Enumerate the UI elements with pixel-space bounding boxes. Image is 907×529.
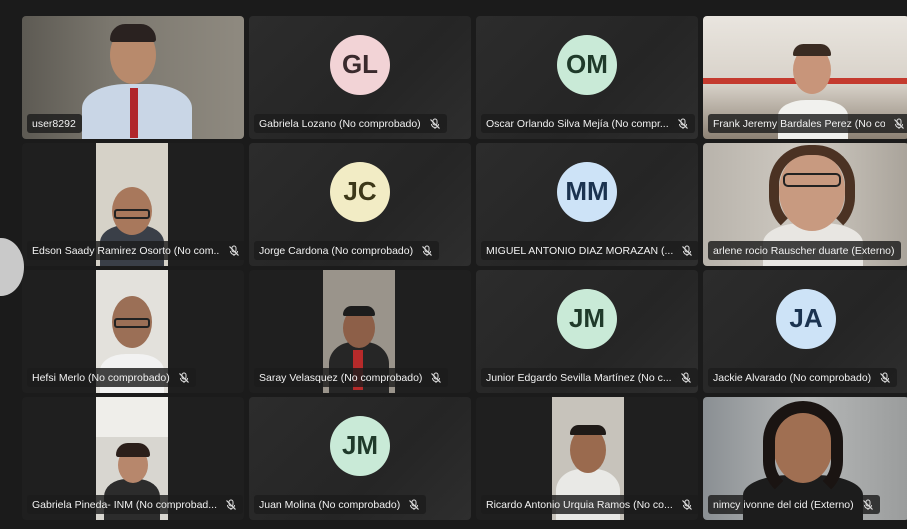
mic-muted-icon <box>431 372 442 383</box>
participant-name: Frank Jeremy Bardales Perez (No com... <box>713 117 885 130</box>
participant-name: Oscar Orlando Silva Mejía (No compr... <box>486 117 669 130</box>
participant-name: Jorge Cardona (No comprobado) <box>259 244 414 257</box>
avatar-initials: OM <box>566 49 608 80</box>
avatar-initials: JA <box>789 303 823 334</box>
mic-muted-icon <box>680 372 691 383</box>
participant-avatar: JC <box>330 161 390 222</box>
participant-tile[interactable]: MM MIGUEL ANTONIO DIAZ MORAZAN (... <box>476 143 698 266</box>
participant-tile[interactable]: user8292 <box>22 16 244 139</box>
participant-name: Edson Saady Ramirez Osorto (No com... <box>32 244 220 257</box>
participant-avatar: OM <box>557 34 617 95</box>
participant-name-pill: Gabriela Lozano (No comprobado) <box>254 114 447 133</box>
avatar-initials: JC <box>343 176 377 207</box>
avatar-initials: JM <box>341 430 379 461</box>
participant-tile[interactable]: OM Oscar Orlando Silva Mejía (No compr..… <box>476 16 698 139</box>
participant-tile[interactable]: JM Juan Molina (No comprobado) <box>249 397 471 520</box>
participant-avatar: JA <box>776 288 836 349</box>
avatar-initials: JM <box>568 303 606 334</box>
participant-name: arlene rocio Rauscher duarte (Externo) <box>713 244 895 257</box>
participant-tile[interactable]: Gabriela Pineda- INM (No comprobad... <box>22 397 244 520</box>
participant-name: Junior Edgardo Sevilla Martínez (No c... <box>486 371 672 384</box>
participant-name: user8292 <box>32 117 76 130</box>
participant-tile[interactable]: nimcy ivonne del cid (Externo) <box>703 397 907 520</box>
participant-tile[interactable]: JM Junior Edgardo Sevilla Martínez (No c… <box>476 270 698 393</box>
participant-avatar: MM <box>557 161 617 222</box>
participant-name-pill: Hefsi Merlo (No comprobado) <box>27 368 196 387</box>
participant-name-pill: Juan Molina (No comprobado) <box>254 495 427 514</box>
participant-name: Saray Velasquez (No comprobado) <box>259 371 423 384</box>
participant-tile[interactable]: Hefsi Merlo (No comprobado) <box>22 270 244 393</box>
meeting-stage: user8292 GL Gabriela Lozano (No comproba… <box>0 0 907 529</box>
mic-muted-icon <box>429 118 440 129</box>
avatar-initials: GL <box>341 49 379 80</box>
participant-grid: user8292 GL Gabriela Lozano (No comproba… <box>22 16 907 520</box>
participant-name: Jackie Alvarado (No comprobado) <box>713 371 872 384</box>
mic-muted-icon <box>226 499 236 510</box>
mic-muted-icon <box>894 118 904 129</box>
participant-name-pill: Junior Edgardo Sevilla Martínez (No c... <box>481 368 698 387</box>
participant-name-pill: Jorge Cardona (No comprobado) <box>254 241 440 260</box>
participant-name-pill: nimcy ivonne del cid (Externo) <box>708 495 880 514</box>
participant-name: Hefsi Merlo (No comprobado) <box>32 371 170 384</box>
mic-muted-icon <box>422 245 433 256</box>
mic-muted-icon <box>178 372 189 383</box>
participant-name-pill: Edson Saady Ramirez Osorto (No com... <box>27 241 244 260</box>
participant-avatar: JM <box>330 415 390 476</box>
side-panel-handle[interactable] <box>0 238 24 296</box>
participant-name-pill: Oscar Orlando Silva Mejía (No compr... <box>481 114 695 133</box>
participant-tile[interactable]: JC Jorge Cardona (No comprobado) <box>249 143 471 266</box>
participant-name-pill: arlene rocio Rauscher duarte (Externo) <box>708 241 901 260</box>
participant-name: MIGUEL ANTONIO DIAZ MORAZAN (... <box>486 244 674 257</box>
participant-name: Gabriela Lozano (No comprobado) <box>259 117 421 130</box>
participant-name: Juan Molina (No comprobado) <box>259 498 401 511</box>
mic-muted-icon <box>409 499 420 510</box>
participant-name-pill: Ricardo Antonio Urquia Ramos (No co... <box>481 495 698 514</box>
participant-name: Ricardo Antonio Urquia Ramos (No co... <box>486 498 673 511</box>
participant-name-pill: Frank Jeremy Bardales Perez (No com... <box>708 114 907 133</box>
participant-tile[interactable]: Ricardo Antonio Urquia Ramos (No co... <box>476 397 698 520</box>
participant-name-pill: MIGUEL ANTONIO DIAZ MORAZAN (... <box>481 241 698 260</box>
participant-name-pill: Gabriela Pineda- INM (No comprobad... <box>27 495 243 514</box>
mic-muted-icon <box>677 118 688 129</box>
participant-tile[interactable]: Edson Saady Ramirez Osorto (No com... <box>22 143 244 266</box>
participant-tile[interactable]: JA Jackie Alvarado (No comprobado) <box>703 270 907 393</box>
mic-muted-icon <box>880 372 891 383</box>
participant-tile[interactable]: arlene rocio Rauscher duarte (Externo) <box>703 143 907 266</box>
participant-tile[interactable]: GL Gabriela Lozano (No comprobado) <box>249 16 471 139</box>
participant-name: Gabriela Pineda- INM (No comprobad... <box>32 498 217 511</box>
participant-name-pill: Saray Velasquez (No comprobado) <box>254 368 449 387</box>
participant-name-pill: user8292 <box>27 114 82 133</box>
participant-name: nimcy ivonne del cid (Externo) <box>713 498 854 511</box>
mic-muted-icon <box>682 245 693 256</box>
participant-name-pill: Jackie Alvarado (No comprobado) <box>708 368 898 387</box>
participant-avatar: GL <box>330 34 390 95</box>
participant-tile[interactable]: Saray Velasquez (No comprobado) <box>249 270 471 393</box>
participant-avatar: JM <box>557 288 617 349</box>
mic-muted-icon <box>862 499 873 510</box>
mic-muted-icon <box>681 499 692 510</box>
avatar-initials: MM <box>565 176 609 207</box>
participant-tile[interactable]: Frank Jeremy Bardales Perez (No com... <box>703 16 907 139</box>
mic-muted-icon <box>229 245 239 256</box>
